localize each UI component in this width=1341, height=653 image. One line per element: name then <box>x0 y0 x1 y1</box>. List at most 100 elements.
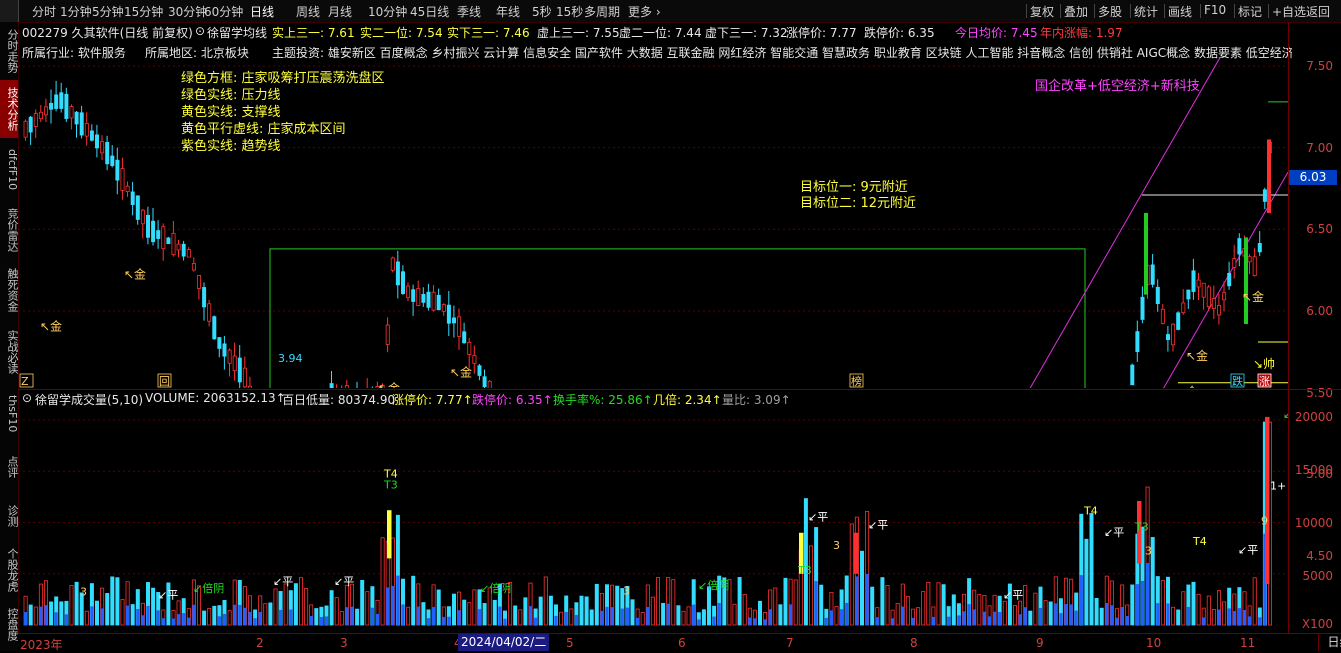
volume-bar-inner <box>574 614 578 625</box>
period-tab-14[interactable]: 15秒 <box>556 3 583 20</box>
volume-bar <box>492 599 497 626</box>
volume-signal-label: 3 <box>623 584 630 597</box>
volume-bar <box>1252 577 1257 626</box>
candle-body <box>477 365 482 376</box>
volume-signal-bar <box>387 510 392 559</box>
toolbar-button-1[interactable]: 叠加 <box>1064 3 1088 20</box>
volume-bar-inner <box>243 607 247 625</box>
left-tab-10[interactable]: 控盘度 <box>0 600 19 648</box>
candle-body <box>237 357 242 383</box>
volume-bar <box>436 589 441 626</box>
stock-title: 002279 久其软件(日线 前复权) <box>22 26 193 40</box>
toolbar-button-8[interactable]: 返回 <box>1306 3 1330 20</box>
toolbar-button-2[interactable]: 多股 <box>1098 3 1122 20</box>
period-tab-8[interactable]: 月线 <box>328 3 352 20</box>
signal-label: ↖金 <box>1186 348 1208 363</box>
candle-body <box>28 116 33 133</box>
volume-bar-inner <box>503 618 507 625</box>
period-tab-0[interactable]: 分时 <box>32 3 56 20</box>
volume-signal-label: ↙平 <box>868 519 888 532</box>
period-tab-12[interactable]: 年线 <box>496 3 520 20</box>
volume-bar-inner <box>1227 608 1231 625</box>
candle-body <box>1135 331 1140 353</box>
volume-bar <box>120 599 125 626</box>
volume-bar <box>273 588 278 626</box>
volume-bar-inner <box>345 607 349 625</box>
volume-bar-inner <box>1242 610 1247 625</box>
volume-bar <box>74 581 79 626</box>
volume-bar <box>360 579 365 626</box>
period-tab-16[interactable]: 更多 › <box>628 3 661 20</box>
candle-body <box>64 93 69 119</box>
toolbar-button-5[interactable]: F10 <box>1204 3 1226 17</box>
candle-body <box>242 367 247 388</box>
toolbar-button-0[interactable]: 复权 <box>1030 3 1054 20</box>
candle-body <box>426 291 431 308</box>
menu-toggle-icon[interactable] <box>0 0 19 22</box>
left-tab-6[interactable]: thsF10 <box>0 386 19 442</box>
volume-bar-inner <box>442 616 446 625</box>
volume-bar-inner <box>636 617 640 625</box>
left-tab-7[interactable]: 点评 <box>0 446 19 488</box>
volume-signal-bar <box>854 532 859 574</box>
candle-body <box>1130 364 1135 386</box>
volume-indicator-icon[interactable]: ⊙ <box>22 391 32 405</box>
period-button[interactable]: 日线 <box>1318 634 1341 651</box>
volume-bar <box>640 612 645 626</box>
volume-bar-inner <box>814 581 818 625</box>
volume-bar-inner <box>253 618 257 625</box>
period-tab-3[interactable]: 15分钟 <box>124 3 163 20</box>
signal-candle <box>1244 237 1248 325</box>
period-tab-7[interactable]: 周线 <box>296 3 320 20</box>
volume-tick-4: X100 <box>1301 617 1333 631</box>
volume-signal-label: ↙平 <box>1104 526 1124 539</box>
period-tab-6[interactable]: 日线 <box>250 3 274 20</box>
volume-chart[interactable]: T4T3T3T4T3T41+9↙倍阴 ↙倍阴 ↙倍阴↙平↙平 ↙平↙平↙平↙平↙平↙平… <box>18 405 1288 633</box>
left-tab-5[interactable]: 实战必读 <box>0 322 19 382</box>
candle-body <box>1247 256 1252 263</box>
left-tab-3[interactable]: 竞价雷达 <box>0 202 19 258</box>
ma-indicator-name[interactable]: 徐留学均线 <box>207 24 267 41</box>
left-tab-9[interactable]: 个股龙虎 <box>0 544 19 596</box>
candle-body <box>451 317 456 324</box>
toolbar-button-7[interactable]: +自选 <box>1272 3 1306 20</box>
period-tab-10[interactable]: 45日线 <box>410 3 449 20</box>
left-tab-1[interactable]: 技术分析 <box>0 80 19 138</box>
left-tab-4[interactable]: 触死资金 <box>0 262 19 318</box>
volume-bar <box>49 601 54 626</box>
left-tab-2[interactable]: dfcfF10 <box>0 142 19 198</box>
volume-bar-inner <box>248 611 252 625</box>
volume-bar <box>686 606 691 626</box>
volume-bar-inner <box>789 604 793 625</box>
toolbar-button-4[interactable]: 画线 <box>1168 3 1192 20</box>
candle-body <box>472 355 477 364</box>
top-toolbar: 分时 1分钟 5分钟 15分钟 30分钟 60分钟 日线 周线 月线 10分钟 45日线 季线 年线 5秒… <box>0 0 1341 23</box>
period-tab-1[interactable]: 1分钟 <box>60 3 92 20</box>
volume-bar <box>661 602 666 626</box>
volume-bar-inner <box>222 613 227 625</box>
volume-bar <box>615 585 620 626</box>
volume-bar-inner <box>931 616 935 625</box>
legend-note-0: 绿色方框: 庄家吸筹打压震荡洗盘区 <box>181 71 385 86</box>
period-tab-5[interactable]: 60分钟 <box>204 3 243 20</box>
volume-signal-label: ↙平 <box>158 588 178 601</box>
toolbar-button-3[interactable]: 统计 <box>1134 3 1158 20</box>
toolbar-button-6[interactable]: 标记 <box>1238 3 1262 20</box>
candle-body <box>482 376 487 388</box>
volume-bar <box>329 590 334 626</box>
volume-bar <box>543 576 548 626</box>
period-tab-4[interactable]: 30分钟 <box>168 3 207 20</box>
period-tab-2[interactable]: 5分钟 <box>92 3 124 20</box>
volume-bar-inner <box>136 609 140 625</box>
period-tab-11[interactable]: 季线 <box>457 3 481 20</box>
period-tab-15[interactable]: 多周期 <box>584 3 620 20</box>
period-tab-13[interactable]: 5秒 <box>532 3 552 20</box>
left-tab-0[interactable]: 分时走势 <box>0 24 19 78</box>
signal-label: ↖金 <box>40 319 62 334</box>
candle-body <box>79 112 84 136</box>
signal-candle <box>1144 212 1148 295</box>
volume-bar <box>656 577 661 626</box>
period-tab-9[interactable]: 10分钟 <box>368 3 407 20</box>
ma-indicator-icon[interactable]: ⊙ <box>195 24 205 38</box>
left-tab-8[interactable]: 诊测 <box>0 492 19 540</box>
